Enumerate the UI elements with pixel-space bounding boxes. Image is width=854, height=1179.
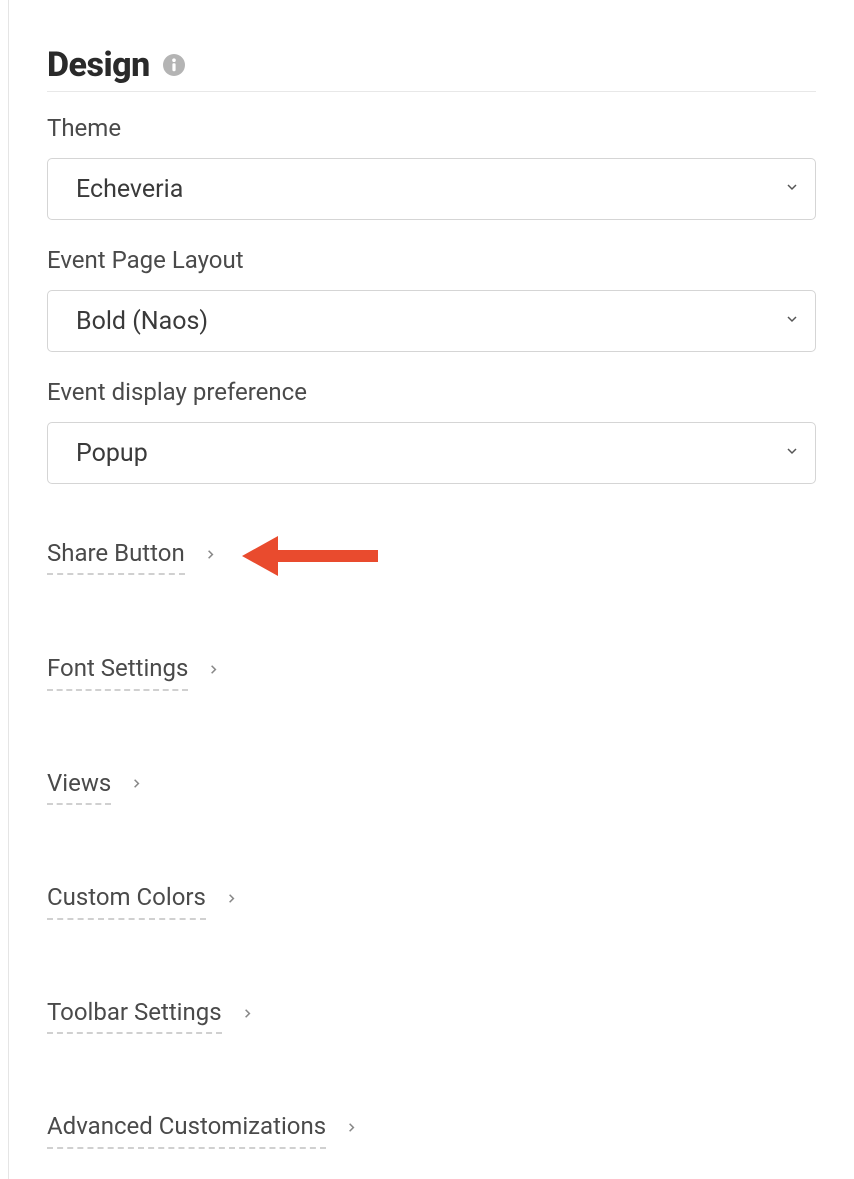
chevron-right-icon [344, 1120, 359, 1139]
info-icon[interactable] [162, 53, 186, 77]
expand-item-custom-colors[interactable]: Custom Colors [47, 881, 816, 920]
theme-field-group: Theme Echeveria [47, 114, 816, 220]
arrow-annotation [242, 536, 378, 576]
divider [47, 91, 816, 92]
event-page-layout-select[interactable]: Bold (Naos) [47, 290, 816, 352]
theme-label: Theme [47, 114, 816, 142]
chevron-right-icon [224, 891, 239, 910]
chevron-right-icon [203, 547, 218, 566]
design-panel: Design Theme Echeveria Event Page Layout [8, 0, 854, 1179]
event-display-preference-label: Event display preference [47, 378, 816, 406]
expand-item-toolbar-settings[interactable]: Toolbar Settings [47, 996, 816, 1035]
event-display-preference-field-group: Event display preference Popup [47, 378, 816, 484]
expand-item-advanced-customizations[interactable]: Advanced Customizations [47, 1110, 816, 1149]
arrow-shaft [278, 550, 378, 562]
event-page-layout-field-group: Event Page Layout Bold (Naos) [47, 246, 816, 352]
section-header: Design [47, 45, 816, 85]
theme-select[interactable]: Echeveria [47, 158, 816, 220]
expand-item-share-button[interactable]: Share Button [47, 536, 816, 576]
theme-select-wrapper: Echeveria [47, 158, 816, 220]
expand-item-font-settings[interactable]: Font Settings [47, 652, 816, 691]
section-title: Design [47, 45, 150, 85]
expand-label: Custom Colors [47, 881, 206, 920]
expand-item-views[interactable]: Views [47, 767, 816, 806]
event-page-layout-select-wrapper: Bold (Naos) [47, 290, 816, 352]
expand-label: Font Settings [47, 652, 188, 691]
arrow-head-icon [242, 536, 278, 576]
expand-list: Share Button Font Settings Views [47, 510, 816, 1159]
event-display-preference-select[interactable]: Popup [47, 422, 816, 484]
expand-label: Share Button [47, 537, 185, 576]
expand-label: Views [47, 767, 111, 806]
chevron-right-icon [129, 776, 144, 795]
event-page-layout-label: Event Page Layout [47, 246, 816, 274]
chevron-right-icon [206, 662, 221, 681]
expand-label: Advanced Customizations [47, 1110, 326, 1149]
expand-label: Toolbar Settings [47, 996, 222, 1035]
event-display-preference-select-wrapper: Popup [47, 422, 816, 484]
chevron-right-icon [240, 1006, 255, 1025]
